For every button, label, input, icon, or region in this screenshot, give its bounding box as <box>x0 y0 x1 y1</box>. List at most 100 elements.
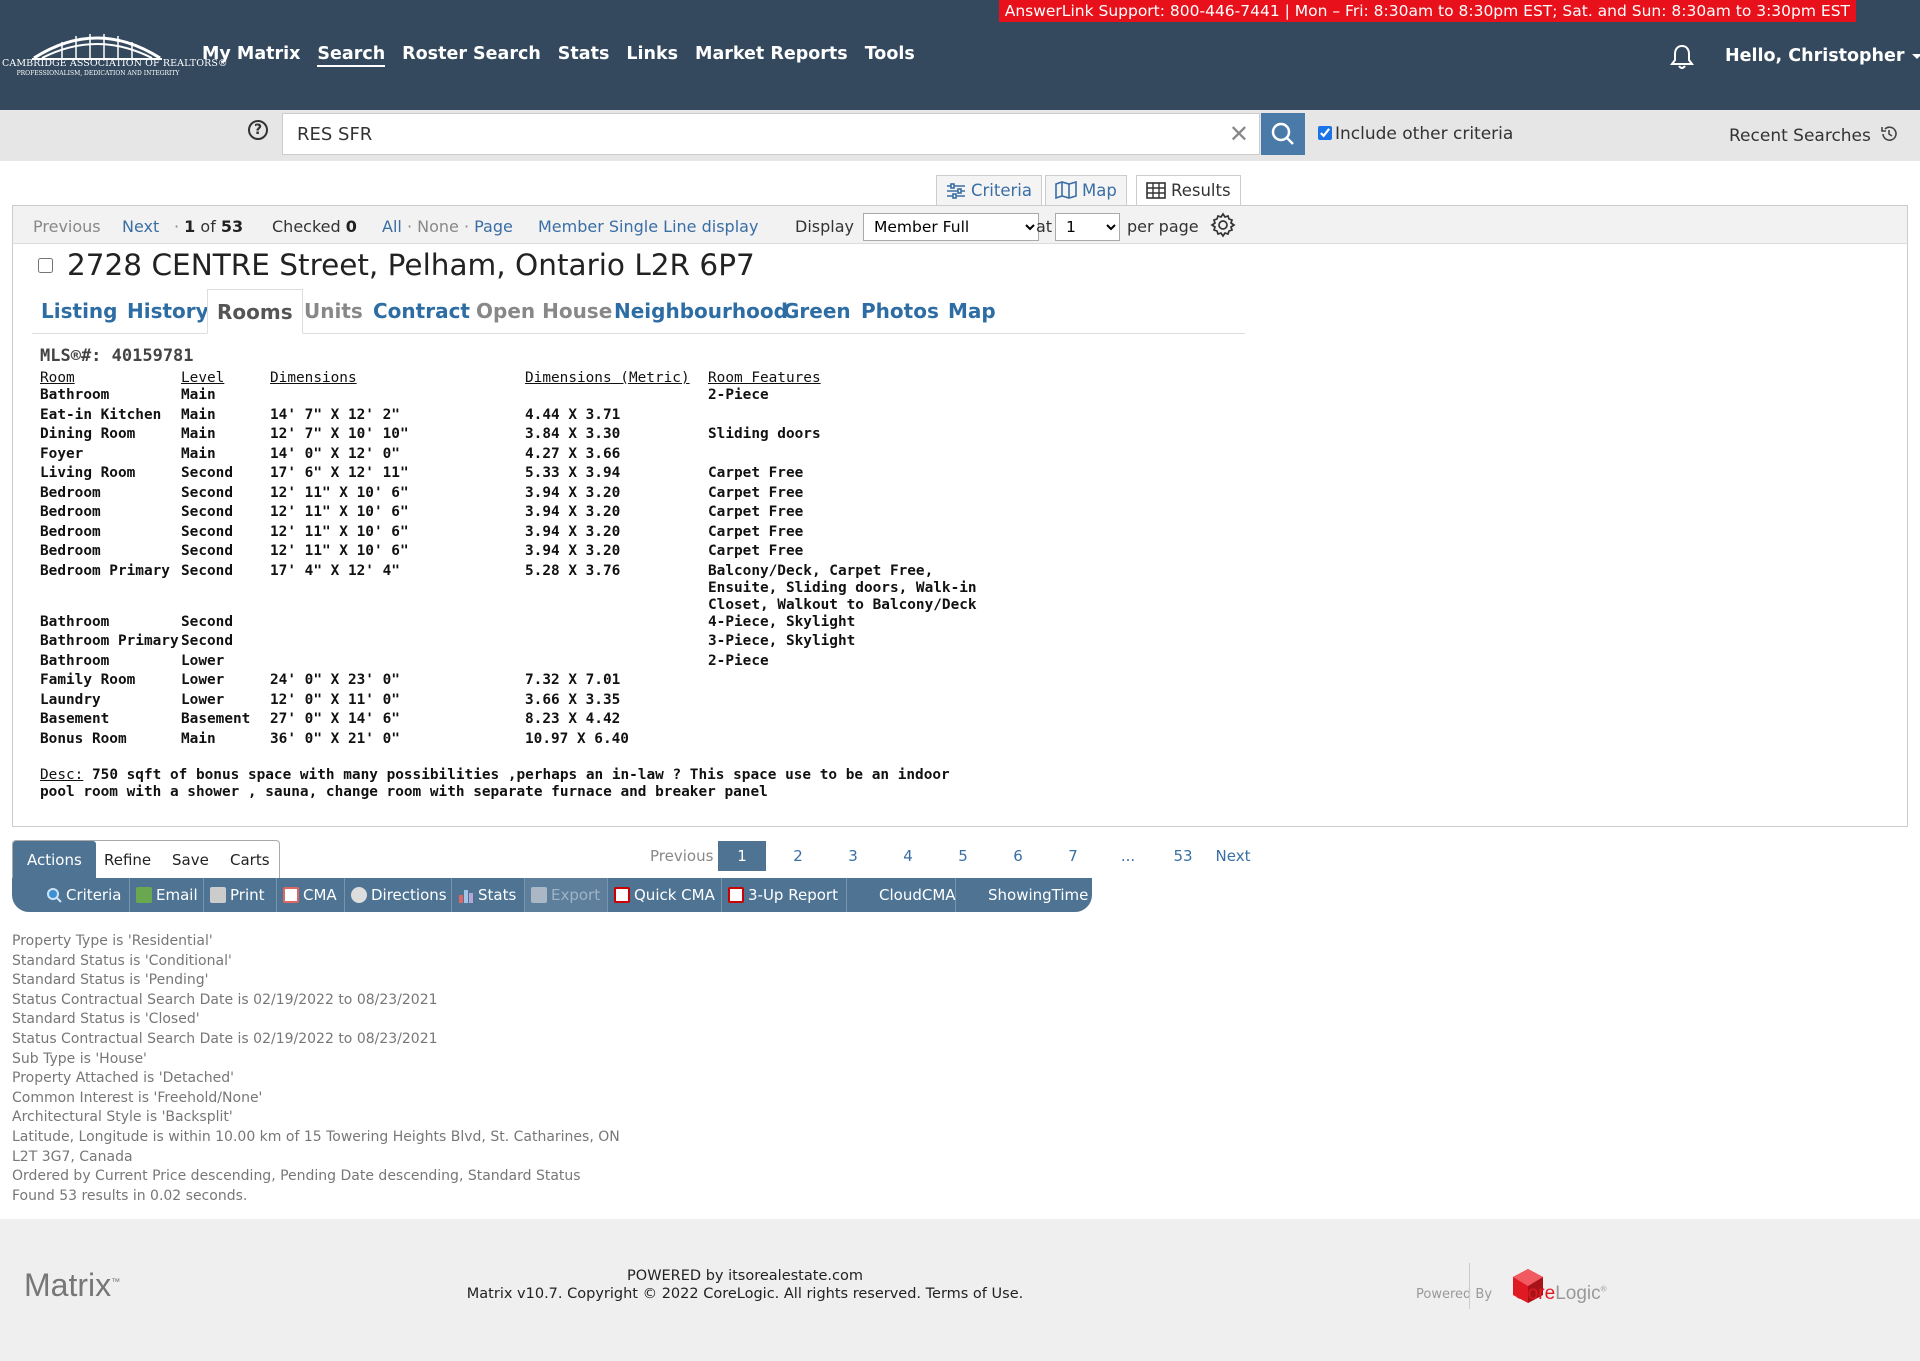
bridge-logo-icon <box>32 34 162 60</box>
next-link[interactable]: Next <box>122 217 159 236</box>
room-name: Laundry <box>40 691 101 708</box>
check-none-link[interactable]: None <box>417 217 459 236</box>
previous-link[interactable]: Previous <box>33 217 101 236</box>
powered-by-label: Powered By <box>1416 1287 1493 1302</box>
quick-cma-button[interactable]: Quick CMA <box>608 878 722 912</box>
tab-results-label: Results <box>1171 181 1231 200</box>
room-features: 3-Piece, Skylight <box>708 633 856 649</box>
criteria-line: Status Contractual Search Date is 02/19/… <box>12 1030 438 1047</box>
nav-tools[interactable]: Tools <box>865 44 915 67</box>
nav-links[interactable]: Links <box>626 44 678 67</box>
page-1[interactable]: 1 <box>718 841 766 871</box>
logo-tagline: PROFESSIONALISM, DEDICATION AND INTEGRIT… <box>16 70 180 77</box>
room-level: Second <box>181 633 233 649</box>
room-dimensions-metric: 3.66 X 3.35 <box>525 691 621 708</box>
showingtime-button[interactable]: ShowingTime <box>956 878 1092 912</box>
cloudcma-button[interactable]: CloudCMA <box>847 878 956 912</box>
room-dimensions: 14' 7" X 12' 2" <box>270 406 400 423</box>
nav-search[interactable]: Search <box>317 44 386 67</box>
tab-save[interactable]: Save <box>158 841 223 880</box>
room-dimensions: 12' 11" X 10' 6" <box>270 504 409 520</box>
room-level: Main <box>181 445 216 462</box>
tab-units[interactable]: Units <box>295 289 372 334</box>
print-button[interactable]: Print <box>204 878 277 912</box>
criteria-line: Status Contractual Search Date is 02/19/… <box>12 991 438 1008</box>
room-dimensions-metric: 7.32 X 7.01 <box>525 672 621 688</box>
page-3[interactable]: 3 <box>833 841 873 871</box>
tab-listing[interactable]: Listing <box>32 289 126 334</box>
page-53[interactable]: 53 <box>1163 841 1203 871</box>
pager-next[interactable]: Next <box>1208 841 1258 871</box>
check-all-link[interactable]: All <box>382 217 402 236</box>
room-dimensions-metric <box>525 614 708 634</box>
page-4[interactable]: 4 <box>888 841 928 871</box>
pager-previous[interactable]: Previous <box>650 841 713 871</box>
room-row: Foyer Main 14' 0" X 12' 0" 4.27 X 3.66 <box>40 446 1008 466</box>
export-button[interactable]: Export <box>525 878 608 912</box>
three-up-report-button[interactable]: 3-Up Report <box>722 878 847 912</box>
listing-checkbox[interactable] <box>38 258 53 273</box>
compass-icon <box>351 887 367 903</box>
tab-photos[interactable]: Photos <box>852 289 948 334</box>
tab-carts[interactable]: Carts <box>216 841 284 880</box>
room-name: Living Room <box>40 465 136 481</box>
tab-history[interactable]: History <box>118 289 218 334</box>
bell-icon[interactable] <box>1670 44 1694 74</box>
page-5[interactable]: 5 <box>943 841 983 871</box>
page-2[interactable]: 2 <box>778 841 818 871</box>
email-button[interactable]: Email <box>130 878 204 912</box>
tab-results[interactable]: Results <box>1136 175 1241 207</box>
nav-roster-search[interactable]: Roster Search <box>402 44 541 67</box>
include-other-criteria[interactable]: Include other criteria <box>1318 124 1513 144</box>
user-menu[interactable]: Hello, Christopher <box>1725 46 1920 66</box>
clear-icon[interactable]: ✕ <box>1229 121 1249 147</box>
tab-actions[interactable]: Actions <box>13 841 96 880</box>
nav-stats[interactable]: Stats <box>558 44 610 67</box>
tab-criteria[interactable]: Criteria <box>936 175 1042 206</box>
room-dimensions-metric: 3.84 X 3.30 <box>525 426 621 442</box>
stats-icon <box>458 881 474 903</box>
room-dimensions-metric: 8.23 X 4.42 <box>525 711 621 727</box>
page-6[interactable]: 6 <box>998 841 1038 871</box>
nav-my-matrix[interactable]: My Matrix <box>202 44 300 67</box>
room-name: Family Room <box>40 672 136 688</box>
tab-map-detail[interactable]: Map <box>939 289 1005 334</box>
display-select[interactable]: Member Full <box>863 213 1039 241</box>
search-input[interactable] <box>297 114 1197 154</box>
criteria-button[interactable]: Criteria <box>26 878 130 912</box>
tab-map-label: Map <box>1082 181 1117 200</box>
nav-market-reports[interactable]: Market Reports <box>695 44 848 67</box>
room-dimensions: 36' 0" X 21' 0" <box>270 730 400 747</box>
tab-neighbourhood[interactable]: Neighbourhood <box>605 289 797 334</box>
results-toolbar: Previous Next · 1 of 53 Checked 0 All · … <box>13 206 1907 244</box>
association-logo[interactable]: CAMBRIDGE ASSOCIATION OF REALTORS® PROFE… <box>2 24 227 84</box>
tab-contract[interactable]: Contract <box>364 289 479 334</box>
stats-button[interactable]: Stats <box>452 878 525 912</box>
single-line-display-link[interactable]: Member Single Line display <box>538 217 758 236</box>
tab-rooms[interactable]: Rooms <box>207 289 303 334</box>
criteria-line: Latitude, Longitude is within 10.00 km o… <box>12 1128 620 1145</box>
cma-button[interactable]: CMA <box>277 878 345 912</box>
check-page-link[interactable]: Page <box>474 217 513 236</box>
tab-green[interactable]: Green <box>774 289 860 334</box>
include-other-criteria-checkbox[interactable] <box>1318 126 1332 140</box>
room-name: Bonus Room <box>40 730 127 747</box>
help-icon[interactable]: ? <box>248 120 268 140</box>
tab-open-house[interactable]: Open House <box>467 289 621 334</box>
tab-refine[interactable]: Refine <box>90 841 165 880</box>
per-page-select[interactable]: 1 <box>1055 213 1120 241</box>
room-dimensions: 12' 11" X 10' 6" <box>270 523 409 540</box>
gear-icon[interactable] <box>1210 212 1236 242</box>
header-dimensions-metric: Dimensions (Metric) <box>525 370 690 386</box>
room-name: Bedroom <box>40 523 101 540</box>
recent-searches-button[interactable]: Recent Searches <box>1729 124 1899 146</box>
room-features: Balcony/Deck, Carpet Free, Ensuite, Slid… <box>708 562 977 613</box>
tab-map[interactable]: Map <box>1045 175 1127 206</box>
history-icon <box>1881 126 1898 141</box>
room-dimensions-metric: 4.27 X 3.66 <box>525 445 621 462</box>
quick-cma-icon <box>614 887 630 903</box>
at-label: at <box>1036 217 1053 236</box>
page-7[interactable]: 7 <box>1053 841 1093 871</box>
search-button[interactable] <box>1261 113 1305 155</box>
directions-button[interactable]: Directions <box>345 878 452 912</box>
